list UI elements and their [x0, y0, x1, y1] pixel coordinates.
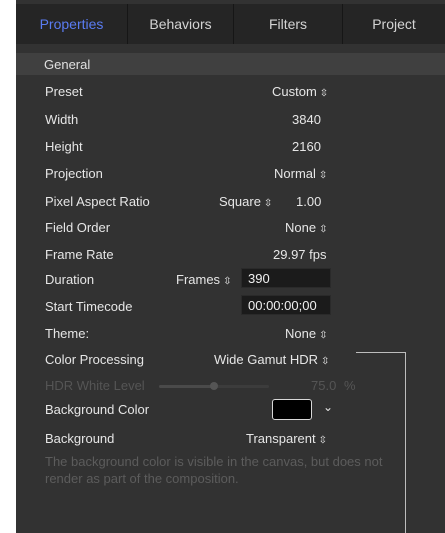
background-label: Background: [45, 431, 115, 446]
height-value[interactable]: 2160: [292, 139, 321, 154]
up-down-arrows-icon: ⇳: [318, 435, 327, 446]
frame-rate-label: Frame Rate: [45, 247, 114, 262]
hdr-white-level-slider: [159, 382, 269, 390]
row-field-order: Field Order None ⇳: [16, 218, 445, 238]
duration-unit-popup[interactable]: Frames ⇳: [176, 272, 231, 287]
duration-field[interactable]: 390: [241, 268, 331, 288]
tab-properties[interactable]: Properties: [16, 4, 128, 44]
up-down-arrows-icon: ⇳: [319, 224, 328, 235]
row-height: Height 2160: [16, 137, 445, 157]
row-background: Background Transparent ⇳: [16, 429, 445, 449]
row-width: Width 3840: [16, 110, 445, 130]
inspector-tabs: Properties Behaviors Filters Project: [16, 4, 445, 44]
preset-value: Custom: [272, 84, 317, 99]
width-value[interactable]: 3840: [292, 112, 321, 127]
row-duration: Duration Frames ⇳ 390: [16, 268, 445, 290]
projection-value: Normal: [274, 166, 316, 181]
frame-rate-value[interactable]: 29.97 fps: [273, 247, 327, 262]
up-down-arrows-icon: ⇳: [319, 88, 329, 99]
pixel-aspect-label: Pixel Aspect Ratio: [45, 194, 150, 209]
chevron-down-icon[interactable]: ⌄: [323, 400, 333, 414]
row-preset: Preset Custom ⇳: [16, 82, 445, 102]
pixel-aspect-value: Square: [219, 194, 261, 209]
row-projection: Projection Normal ⇳: [16, 164, 445, 184]
section-title: General: [44, 56, 91, 72]
field-order-value: None: [285, 220, 317, 235]
hdr-white-level-number: 75.0: [311, 378, 337, 393]
background-value: Transparent: [246, 431, 316, 446]
field-order-popup[interactable]: None ⇳: [285, 220, 327, 235]
color-processing-popup[interactable]: Wide Gamut HDR ⇳: [214, 352, 329, 367]
up-down-arrows-icon: ⇳: [263, 198, 273, 209]
theme-label: Theme:: [45, 326, 90, 341]
row-background-color: Background Color ⌄: [16, 399, 445, 421]
inspector-panel: Properties Behaviors Filters Project Gen…: [16, 0, 445, 533]
up-down-arrows-icon: ⇳: [321, 356, 330, 367]
color-processing-value: Wide Gamut HDR: [214, 352, 319, 367]
pixel-aspect-number[interactable]: 1.00: [296, 194, 321, 209]
projection-popup[interactable]: Normal ⇳: [274, 166, 327, 181]
height-label: Height: [45, 139, 83, 154]
row-color-processing: Color Processing Wide Gamut HDR ⇳: [16, 350, 445, 370]
start-timecode-value: 00:00:00;00: [248, 297, 317, 313]
duration-unit-value: Frames: [176, 272, 221, 287]
up-down-arrows-icon: ⇳: [318, 170, 328, 181]
row-pixel-aspect-ratio: Pixel Aspect Ratio Square ⇳ 1.00: [16, 192, 445, 212]
preset-label: Preset: [45, 84, 83, 99]
pixel-aspect-popup[interactable]: Square ⇳: [219, 194, 272, 209]
theme-value: None: [285, 326, 317, 341]
section-header-general[interactable]: General: [16, 53, 445, 75]
background-description: The background color is visible in the c…: [45, 454, 383, 486]
up-down-arrows-icon: ⇳: [223, 276, 232, 287]
start-timecode-field[interactable]: 00:00:00;00: [241, 295, 331, 315]
hdr-white-level-label: HDR White Level: [45, 378, 145, 393]
duration-value: 390: [248, 270, 270, 286]
callout-line-horizontal: [356, 352, 406, 353]
row-theme: Theme: None ⇳: [16, 324, 445, 344]
hdr-slider-fill: [159, 385, 214, 388]
tab-project[interactable]: Project: [343, 4, 445, 44]
background-color-swatch[interactable]: [272, 399, 312, 420]
hdr-white-level-unit: %: [343, 378, 356, 393]
width-label: Width: [45, 112, 79, 127]
callout-line-vertical: [405, 352, 406, 533]
background-color-label: Background Color: [45, 402, 150, 417]
color-processing-label: Color Processing: [45, 352, 144, 367]
tab-behaviors[interactable]: Behaviors: [128, 4, 234, 44]
hdr-slider-thumb: [210, 382, 218, 390]
duration-label: Duration: [45, 272, 95, 287]
row-hdr-white-level: HDR White Level 75.0 %: [16, 376, 445, 396]
background-popup[interactable]: Transparent ⇳: [246, 431, 327, 446]
hdr-white-level-value: 75.0 %: [311, 378, 356, 393]
field-order-label: Field Order: [45, 220, 111, 235]
tab-filters[interactable]: Filters: [234, 4, 343, 44]
up-down-arrows-icon: ⇳: [319, 330, 328, 341]
theme-popup[interactable]: None ⇳: [285, 326, 327, 341]
projection-label: Projection: [45, 166, 103, 181]
row-start-timecode: Start Timecode 00:00:00;00: [16, 295, 445, 317]
start-timecode-label: Start Timecode: [45, 299, 133, 314]
preset-popup[interactable]: Custom ⇳: [272, 84, 328, 99]
row-frame-rate: Frame Rate 29.97 fps: [16, 245, 445, 265]
